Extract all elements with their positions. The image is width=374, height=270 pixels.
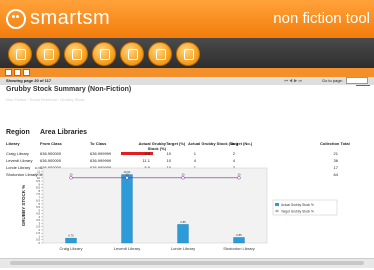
- target-value-label: 10: [69, 172, 73, 176]
- col-actual-pct: Actual Grubby Stock (%): [138, 141, 166, 151]
- target-point: [181, 176, 185, 180]
- scroll-thumb[interactable]: [10, 261, 364, 265]
- table-cell: 636.999999: [90, 151, 112, 156]
- table-cell: 21: [333, 151, 338, 156]
- globe-icon[interactable]: [8, 42, 32, 66]
- pager-nav[interactable]: ⏮ ◀ ▶ ⏭: [284, 77, 302, 85]
- col-from-class: From Class: [40, 141, 62, 146]
- book-icon[interactable]: [120, 42, 144, 66]
- refresh-icon[interactable]: [23, 69, 30, 76]
- y-axis-label: GRUBBY STOCK %: [21, 185, 26, 227]
- target-point: [237, 176, 241, 180]
- settings-icon[interactable]: [176, 42, 200, 66]
- legend-line-label: Target Grubby Stock %: [281, 209, 314, 213]
- table-cell: 636.900000: [40, 151, 62, 156]
- area-heading: Area Libraries: [40, 129, 88, 136]
- col-to-class: To Class: [90, 141, 107, 146]
- table-cell: Craig Library: [6, 151, 29, 156]
- goto-label: Go to page:: [321, 78, 343, 83]
- table-cell: 10: [166, 151, 171, 156]
- plot-area: [42, 167, 268, 244]
- bar-value-label: 2.85: [180, 220, 186, 224]
- bar: [121, 174, 133, 244]
- col-target-no: Target (No.): [230, 141, 253, 146]
- x-tick-label: Craig Library: [60, 246, 83, 251]
- target-point: [125, 176, 129, 180]
- report-icon[interactable]: [64, 42, 88, 66]
- tool-title: non fiction tool: [273, 10, 370, 27]
- x-tick-label: Leverdi Library: [114, 246, 140, 251]
- y-tick-label: 11.5: [35, 166, 41, 170]
- goto-page: Go to page:: [322, 77, 368, 85]
- target-point: [69, 176, 73, 180]
- bar-value-label: 0.85: [236, 233, 242, 237]
- table-cell: 1: [193, 151, 196, 156]
- legend-line-marker: [275, 209, 279, 213]
- target-value-label: 10: [181, 172, 185, 176]
- region-heading: Region: [6, 129, 30, 136]
- bar: [233, 237, 245, 244]
- legend-bar-swatch: [275, 203, 279, 206]
- logo-icon: [6, 9, 26, 29]
- nav-icon-bar: LOG Non Fiction › Stock Retrieval › Grub…: [0, 38, 374, 102]
- col-target-pct: Target (%): [166, 141, 186, 146]
- export-icon[interactable]: [5, 69, 12, 76]
- bar: [65, 237, 77, 244]
- legend-bar-label: Actual Grubby Stock %: [281, 203, 314, 207]
- x-tick-label: Shotonton Library: [223, 246, 255, 251]
- brand-name: smartsm: [30, 7, 111, 29]
- target-value-label: 10: [125, 172, 129, 176]
- bar-value-label: 0.75: [68, 234, 74, 238]
- home-icon[interactable]: [36, 42, 60, 66]
- toolbar-strip: [0, 68, 374, 77]
- chart-svg: 00.511.522.533.544.555.566.577.588.599.5…: [21, 166, 338, 251]
- app-header: smartsm non fiction tool: [0, 0, 374, 38]
- chart: 0 0.5 1 1.5 2 2.5 3 3.5 4 4.5 5 5.5 6 6.5 7 7.5 8 8.5 9 9.5…: [19, 163, 365, 270]
- bar: [177, 224, 189, 244]
- x-tick-label: Lorcie Library: [171, 246, 195, 251]
- target-value-label: 10: [237, 172, 241, 176]
- page-status: Showing page 20 of 117: [6, 78, 52, 83]
- print-icon[interactable]: [14, 69, 21, 76]
- col-library: Library: [6, 141, 20, 146]
- table-cell: 2: [232, 151, 235, 156]
- chart-icon[interactable]: [92, 42, 116, 66]
- table-cell: 4.8: [144, 151, 150, 156]
- stock-icon[interactable]: [148, 42, 172, 66]
- goto-page-input[interactable]: [346, 77, 368, 85]
- report-title: Grubby Stock Summary (Non-Fiction): [6, 86, 132, 93]
- col-collection-total: Collection Total: [320, 141, 350, 146]
- breadcrumb[interactable]: Non Fiction › Stock Retrieval › Grubby S…: [6, 97, 84, 102]
- pager-bar: Showing page 20 of 117 ⏮ ◀ ▶ ⏭ Go to pag…: [0, 77, 374, 85]
